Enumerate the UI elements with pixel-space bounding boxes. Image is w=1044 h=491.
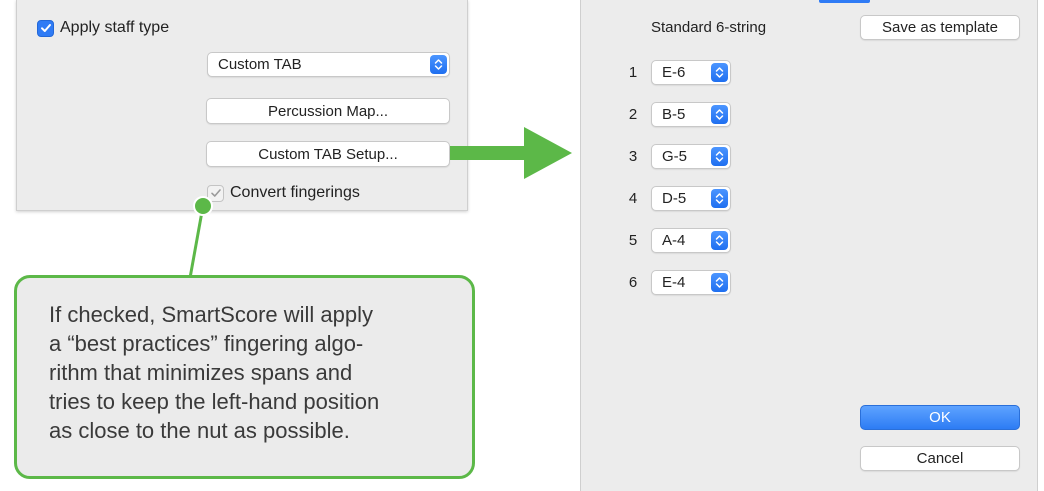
- staff-type-panel: Apply staff type Custom TAB Percussion M…: [16, 0, 468, 211]
- checkmark-icon[interactable]: [37, 19, 54, 37]
- up-down-chevron-icon[interactable]: [711, 231, 728, 250]
- convert-fingerings-checkbox[interactable]: Convert fingerings: [207, 184, 360, 202]
- up-down-chevron-icon[interactable]: [430, 55, 447, 74]
- selected-tab-indicator: [819, 0, 870, 3]
- string-number: 2: [628, 106, 638, 123]
- save-as-template-button[interactable]: Save as template: [860, 15, 1020, 40]
- cancel-label: Cancel: [916, 450, 964, 467]
- staff-type-select[interactable]: Custom TAB: [207, 52, 450, 77]
- up-down-chevron-icon[interactable]: [711, 189, 728, 208]
- convert-fingerings-label: Convert fingerings: [230, 184, 360, 201]
- string-tuning-select[interactable]: D-5: [651, 186, 731, 211]
- fingering-callout: If checked, SmartScore will apply a “bes…: [14, 275, 475, 479]
- string-number: 4: [628, 190, 638, 207]
- callout-pointer: [188, 196, 213, 279]
- percussion-map-label: Percussion Map...: [267, 102, 389, 120]
- custom-tab-setup-dialog: Standard 6-string Save as template 1 E-6…: [580, 0, 1038, 491]
- string-tuning-select[interactable]: B-5: [651, 102, 731, 127]
- string-tuning-value: A-4: [662, 232, 686, 249]
- string-number: 1: [628, 64, 638, 81]
- up-down-chevron-icon[interactable]: [711, 63, 728, 82]
- callout-line: tries to keep the left-hand position: [49, 389, 380, 414]
- string-row: 2 B-5: [627, 102, 731, 127]
- up-down-chevron-icon[interactable]: [711, 147, 728, 166]
- callout-line: rithm that minimizes spans and: [49, 360, 353, 385]
- string-row: 4 D-5: [627, 186, 731, 211]
- ok-button[interactable]: OK: [860, 405, 1020, 430]
- string-number: 3: [628, 148, 638, 165]
- ok-label: OK: [929, 409, 951, 426]
- cancel-button[interactable]: Cancel: [860, 446, 1020, 471]
- string-tuning-value: D-5: [662, 190, 687, 207]
- string-number: 5: [628, 232, 638, 249]
- callout-line: If checked, SmartScore will apply: [49, 302, 374, 327]
- apply-staff-type-checkbox[interactable]: Apply staff type: [37, 19, 169, 37]
- string-tuning-value: E-4: [662, 274, 686, 291]
- up-down-chevron-icon[interactable]: [711, 273, 728, 292]
- apply-staff-type-label: Apply staff type: [60, 19, 170, 36]
- callout-line: a “best practices” fingering algo-: [49, 331, 364, 356]
- up-down-chevron-icon[interactable]: [711, 105, 728, 124]
- string-tuning-value: E-6: [662, 64, 686, 81]
- string-row: 1 E-6: [627, 60, 731, 85]
- callout-line: as close to the nut as possible.: [49, 418, 350, 443]
- string-number: 6: [628, 274, 638, 291]
- string-tuning-select[interactable]: G-5: [651, 144, 731, 169]
- string-row: 6 E-4: [627, 270, 731, 295]
- string-row: 5 A-4: [627, 228, 731, 253]
- staff-type-value: Custom TAB: [218, 56, 302, 73]
- string-set-name: Standard 6-string: [651, 19, 767, 36]
- string-tuning-value: G-5: [662, 148, 688, 165]
- custom-tab-setup-button[interactable]: Custom TAB Setup...: [206, 141, 450, 167]
- string-tuning-select[interactable]: E-6: [651, 60, 731, 85]
- string-tuning-select[interactable]: A-4: [651, 228, 731, 253]
- string-tuning-select[interactable]: E-4: [651, 270, 731, 295]
- save-as-template-label: Save as template: [882, 19, 998, 36]
- string-tuning-value: B-5: [662, 106, 686, 123]
- right-arrow-icon: [450, 127, 572, 179]
- custom-tab-setup-label: Custom TAB Setup...: [258, 145, 398, 163]
- percussion-map-button[interactable]: Percussion Map...: [206, 98, 450, 124]
- string-row: 3 G-5: [627, 144, 731, 169]
